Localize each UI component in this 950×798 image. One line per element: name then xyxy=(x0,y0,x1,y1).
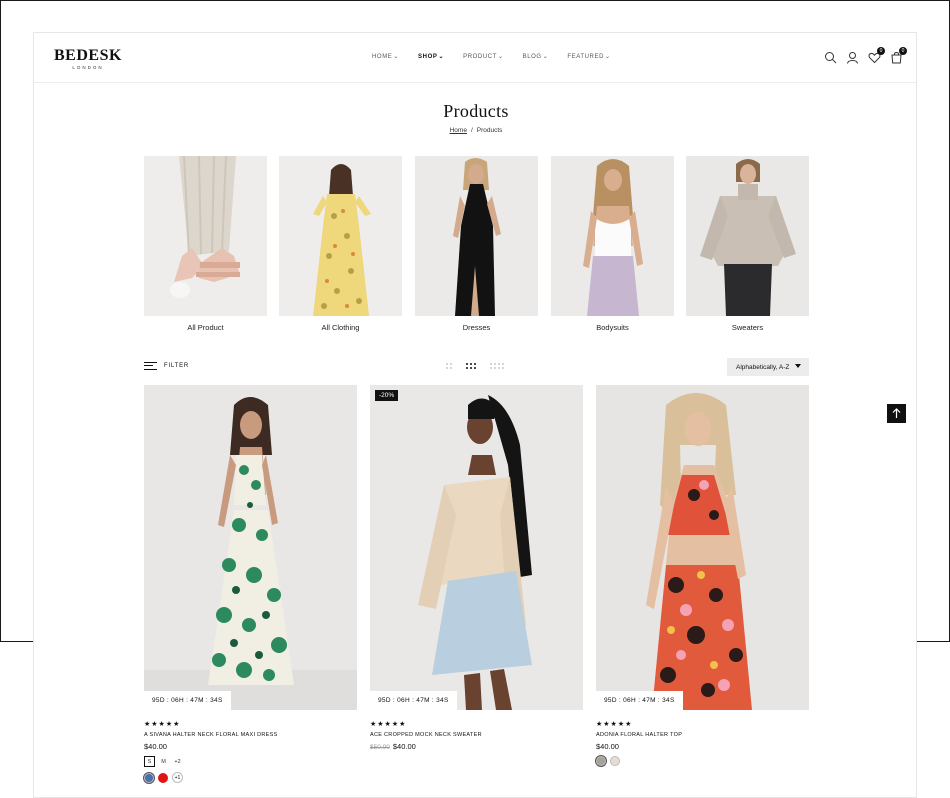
filter-button[interactable]: FILTER xyxy=(144,362,189,370)
category-sweaters[interactable]: Sweaters xyxy=(686,156,809,332)
product-image[interactable]: 95D : 06H : 47M : 34S xyxy=(596,385,809,710)
product-price: $50.00 $40.00 xyxy=(370,742,583,751)
product-price: $40.00 xyxy=(596,742,809,751)
page: BEDESK LONDON HOME⌄ SHOP⌄ PRODUCT⌄ BLOG⌄… xyxy=(33,32,917,798)
back-to-top-button[interactable] xyxy=(887,404,906,423)
product-image[interactable]: -20% 95D : 06H : 47M : 34S xyxy=(370,385,583,710)
category-dresses[interactable]: Dresses xyxy=(415,156,538,332)
nav-product[interactable]: PRODUCT⌄ xyxy=(463,53,504,60)
price-current: $40.00 xyxy=(596,742,619,751)
color-swatch-beige[interactable] xyxy=(610,756,620,766)
category-image[interactable] xyxy=(415,156,538,316)
price-current: $40.00 xyxy=(392,742,416,751)
nav-blog-label: BLOG xyxy=(522,54,542,60)
account-icon[interactable] xyxy=(846,51,859,64)
size-options: S M +2 xyxy=(144,756,357,767)
product-card[interactable]: 95D : 06H : 47M : 34S ★★★★★ ADONIA FLORA… xyxy=(596,385,809,766)
product-card[interactable]: -20% 95D : 06H : 47M : 34S ★★★★★ ACE CRO… xyxy=(370,385,583,751)
color-swatch-red[interactable] xyxy=(158,772,168,783)
logo[interactable]: BEDESK LONDON xyxy=(54,47,122,71)
category-all-clothing[interactable]: All Clothing xyxy=(279,156,402,332)
wishlist-count-badge: 0 xyxy=(877,47,885,55)
more-swatches[interactable]: +1 xyxy=(172,772,183,783)
filter-label: FILTER xyxy=(164,363,190,369)
nav-home[interactable]: HOME⌄ xyxy=(372,53,399,60)
grid-4-columns-icon[interactable] xyxy=(490,363,504,369)
product-card[interactable]: 95D : 06H : 47M : 34S ★★★★★ A SIVANA HAL… xyxy=(144,385,357,783)
category-image[interactable] xyxy=(686,156,809,316)
price-original: $50.00 xyxy=(370,744,390,751)
header-icons: 0 0 xyxy=(824,47,907,64)
discount-badge: -20% xyxy=(375,390,399,401)
chevron-down-icon: ⌄ xyxy=(438,54,445,60)
size-option-m[interactable]: M xyxy=(158,756,169,767)
breadcrumb-current: Products xyxy=(476,127,503,134)
category-image[interactable] xyxy=(551,156,674,316)
filter-icon xyxy=(144,362,157,370)
site-header: BEDESK LONDON HOME⌄ SHOP⌄ PRODUCT⌄ BLOG⌄… xyxy=(34,33,916,83)
color-swatches xyxy=(596,756,809,766)
arrow-up-icon xyxy=(892,408,901,418)
size-option-more[interactable]: +2 xyxy=(172,756,183,767)
cart-count-badge: 0 xyxy=(899,47,907,55)
price-current: $40.00 xyxy=(144,742,167,751)
category-label[interactable]: Bodysuits xyxy=(551,323,674,332)
chevron-down-icon: ⌄ xyxy=(393,54,400,60)
search-icon[interactable] xyxy=(824,51,837,64)
countdown-timer: 95D : 06H : 47M : 34S xyxy=(596,691,683,710)
category-image[interactable] xyxy=(279,156,402,316)
countdown-timer: 95D : 06H : 47M : 34S xyxy=(370,691,457,710)
product-price: $40.00 xyxy=(144,742,357,751)
main-nav: HOME⌄ SHOP⌄ PRODUCT⌄ BLOG⌄ FEATURED⌄ xyxy=(372,53,630,60)
chevron-down-icon: ⌄ xyxy=(542,54,549,60)
breadcrumb-home-link[interactable]: Home xyxy=(450,127,467,134)
color-swatch-blue[interactable] xyxy=(144,772,154,783)
breadcrumb-separator: / xyxy=(470,127,473,134)
sort-value: Alphabetically, A-Z xyxy=(736,363,790,371)
nav-blog[interactable]: BLOG⌄ xyxy=(523,53,549,60)
product-image[interactable]: 95D : 06H : 47M : 34S xyxy=(144,385,357,710)
category-label[interactable]: Sweaters xyxy=(686,323,809,332)
rating-stars: ★★★★★ xyxy=(144,721,181,728)
page-title: Products xyxy=(443,101,509,121)
category-all-product[interactable]: All Product xyxy=(144,156,267,332)
product-name[interactable]: A SIVANA HALTER NECK FLORAL MAXI DRESS xyxy=(144,732,357,738)
category-bodysuits[interactable]: Bodysuits xyxy=(551,156,674,332)
nav-shop[interactable]: SHOP⌄ xyxy=(418,53,444,60)
grid-3-columns-icon[interactable] xyxy=(466,363,476,369)
grid-view-toggles xyxy=(446,363,504,369)
rating-stars: ★★★★★ xyxy=(370,721,407,728)
product-name[interactable]: ACE CROPPED MOCK NECK SWEATER xyxy=(370,732,583,738)
size-option-s[interactable]: S xyxy=(144,756,155,767)
nav-shop-label: SHOP xyxy=(418,54,438,60)
color-swatches: +1 xyxy=(144,772,357,783)
grid-2-columns-icon[interactable] xyxy=(446,363,452,369)
logo-text: BEDESK xyxy=(54,47,122,64)
product-name[interactable]: ADONIA FLORAL HALTER TOP xyxy=(596,732,809,738)
category-image[interactable] xyxy=(144,156,267,316)
nav-product-label: PRODUCT xyxy=(463,54,497,60)
nav-featured[interactable]: FEATURED⌄ xyxy=(567,53,610,60)
sort-select[interactable]: Alphabetically, A-Z xyxy=(727,358,809,376)
wishlist-icon[interactable]: 0 xyxy=(868,47,885,64)
chevron-down-icon: ⌄ xyxy=(497,54,504,60)
nav-featured-label: FEATURED xyxy=(567,54,605,60)
rating-stars: ★★★★★ xyxy=(596,721,633,728)
countdown-timer: 95D : 06H : 47M : 34S xyxy=(144,691,231,710)
breadcrumb: Home / Products xyxy=(34,127,916,134)
nav-home-label: HOME xyxy=(372,54,393,60)
caret-down-icon xyxy=(795,364,801,368)
category-label[interactable]: All Clothing xyxy=(279,323,402,332)
cart-icon[interactable]: 0 xyxy=(890,47,907,64)
logo-subtext: LONDON xyxy=(72,65,104,70)
category-label[interactable]: All Product xyxy=(144,323,267,332)
category-label[interactable]: Dresses xyxy=(415,323,538,332)
chevron-down-icon: ⌄ xyxy=(605,54,611,60)
color-swatch-grey[interactable] xyxy=(596,756,606,766)
